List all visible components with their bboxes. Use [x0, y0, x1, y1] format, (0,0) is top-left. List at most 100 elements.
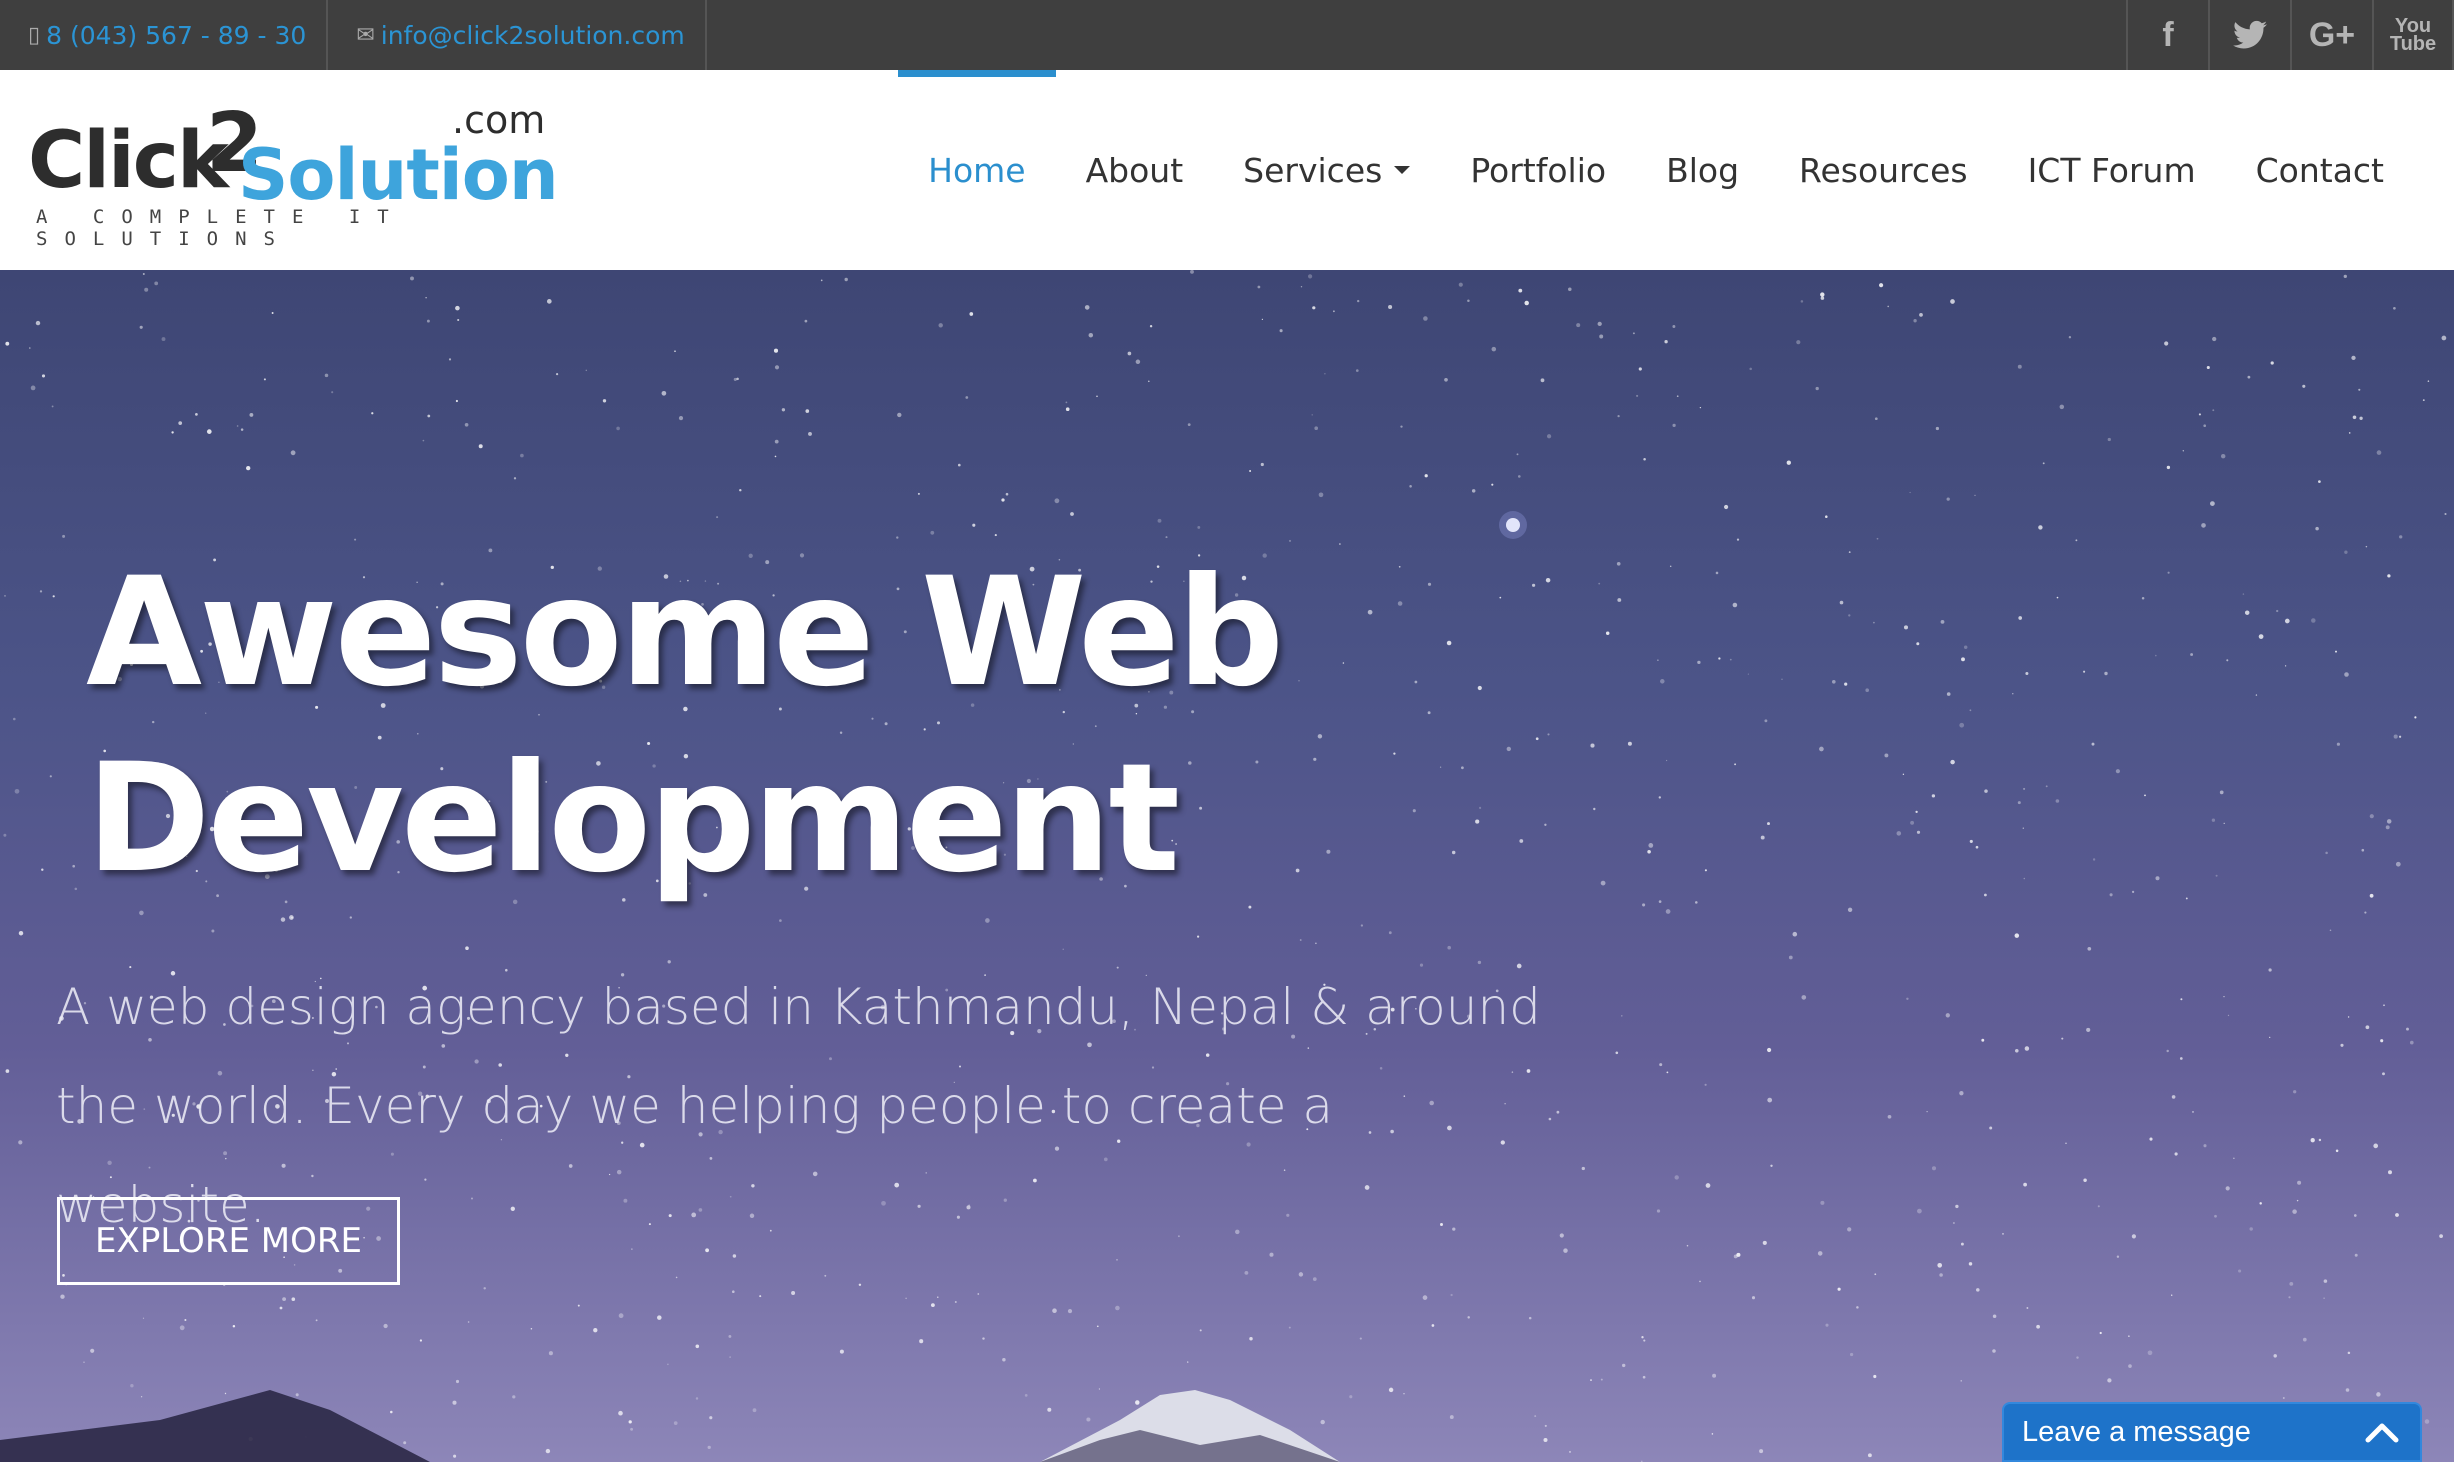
star: [291, 916, 293, 919]
star: [512, 1395, 516, 1399]
youtube-icon[interactable]: You Tube: [2372, 0, 2454, 70]
star: [2352, 415, 2357, 420]
star: [2344, 672, 2349, 677]
star: [60, 1294, 65, 1299]
google-plus-icon[interactable]: G+: [2290, 0, 2372, 70]
star: [2376, 1392, 2381, 1397]
leave-message-chat-widget[interactable]: Leave a message: [2002, 1402, 2422, 1462]
star: [1669, 565, 1672, 568]
star: [957, 463, 961, 467]
star: [1135, 1400, 1140, 1405]
star: [2318, 1138, 2322, 1142]
star: [13, 717, 16, 721]
explore-more-button[interactable]: EXPLORE MORE: [57, 1197, 400, 1285]
star: [224, 1392, 227, 1395]
star: [1718, 657, 1721, 660]
star: [1642, 1375, 1646, 1379]
star: [2076, 1356, 2079, 1359]
star: [1197, 525, 1201, 529]
star: [2359, 416, 2363, 420]
star: [2024, 1046, 2030, 1051]
nav-label: About: [1085, 150, 1184, 190]
star: [1969, 709, 1972, 712]
star: [1617, 598, 1622, 602]
star: [465, 946, 469, 951]
mountain-left: [0, 1390, 430, 1462]
star: [1801, 995, 1807, 1000]
star: [1704, 1083, 1707, 1086]
star: [2075, 539, 2078, 542]
email-address: info@click2solution.com: [380, 20, 685, 50]
star: [1715, 571, 1719, 575]
star: [1135, 359, 1141, 365]
twitter-icon[interactable]: [2208, 0, 2290, 70]
star: [2045, 785, 2048, 788]
star: [1867, 1453, 1872, 1458]
nav-item-contact[interactable]: Contact: [2226, 70, 2414, 270]
star: [2385, 825, 2390, 830]
star: [140, 1396, 143, 1398]
star: [1556, 1110, 1560, 1114]
star: [1067, 1309, 1073, 1314]
star: [315, 1319, 318, 1322]
star: [2422, 399, 2425, 401]
star: [2104, 671, 2108, 676]
star: [593, 1328, 598, 1333]
star: [1796, 340, 1801, 345]
nav-item-about[interactable]: About: [1056, 70, 1214, 270]
star: [1197, 935, 1200, 938]
star: [1403, 1393, 1405, 1395]
star: [2167, 571, 2170, 574]
star: [1400, 425, 1403, 428]
nav-item-ict-forum[interactable]: ICT Forum: [1998, 70, 2226, 270]
star: [2087, 946, 2092, 951]
star: [1355, 369, 1359, 372]
star: [1873, 1374, 1877, 1379]
star: [18, 930, 24, 936]
facebook-icon[interactable]: f: [2126, 0, 2208, 70]
star: [2335, 650, 2337, 653]
nav-item-blog[interactable]: Blog: [1636, 70, 1769, 270]
star: [1695, 901, 1698, 904]
phone-link[interactable]: ▯ 8 (043) 567 - 89 - 30: [0, 0, 329, 70]
star: [1952, 1221, 1955, 1225]
star: [246, 465, 251, 471]
star: [1116, 1259, 1118, 1261]
nav-item-resources[interactable]: Resources: [1769, 70, 1998, 270]
star: [236, 425, 239, 427]
star: [2393, 306, 2396, 310]
star: [897, 412, 902, 418]
star: [1349, 1395, 1353, 1399]
star: [2099, 1331, 2102, 1335]
star: [1931, 1166, 1937, 1171]
star: [1657, 659, 1659, 661]
star: [618, 1313, 624, 1319]
site-logo[interactable]: Click 2 Solution .com A COMPLETE IT SOLU…: [28, 96, 559, 268]
nav-item-home[interactable]: Home: [898, 70, 1057, 270]
star: [1615, 1051, 1619, 1055]
star: [1945, 1013, 1950, 1018]
star: [2244, 610, 2250, 615]
star: [1887, 1114, 1892, 1119]
star: [1315, 942, 1317, 945]
star: [2288, 1296, 2291, 1299]
star: [1312, 1277, 1317, 1281]
star: [577, 1304, 580, 1307]
star: [773, 348, 779, 353]
star: [1913, 319, 1917, 323]
star: [1656, 1209, 1661, 1213]
nav-item-services[interactable]: Services: [1213, 70, 1440, 270]
star: [2348, 432, 2351, 434]
star: [1422, 1295, 1428, 1300]
star: [1576, 323, 1581, 328]
nav-item-portfolio[interactable]: Portfolio: [1440, 70, 1636, 270]
star: [279, 1306, 283, 1310]
star: [1950, 299, 1955, 304]
email-link[interactable]: ✉ info@click2solution.com: [328, 0, 707, 70]
star: [2369, 814, 2374, 819]
star: [1931, 794, 1936, 798]
star: [938, 323, 943, 328]
chevron-up-icon[interactable]: [2362, 1412, 2402, 1452]
star: [1024, 1394, 1028, 1397]
star: [2383, 1004, 2385, 1007]
